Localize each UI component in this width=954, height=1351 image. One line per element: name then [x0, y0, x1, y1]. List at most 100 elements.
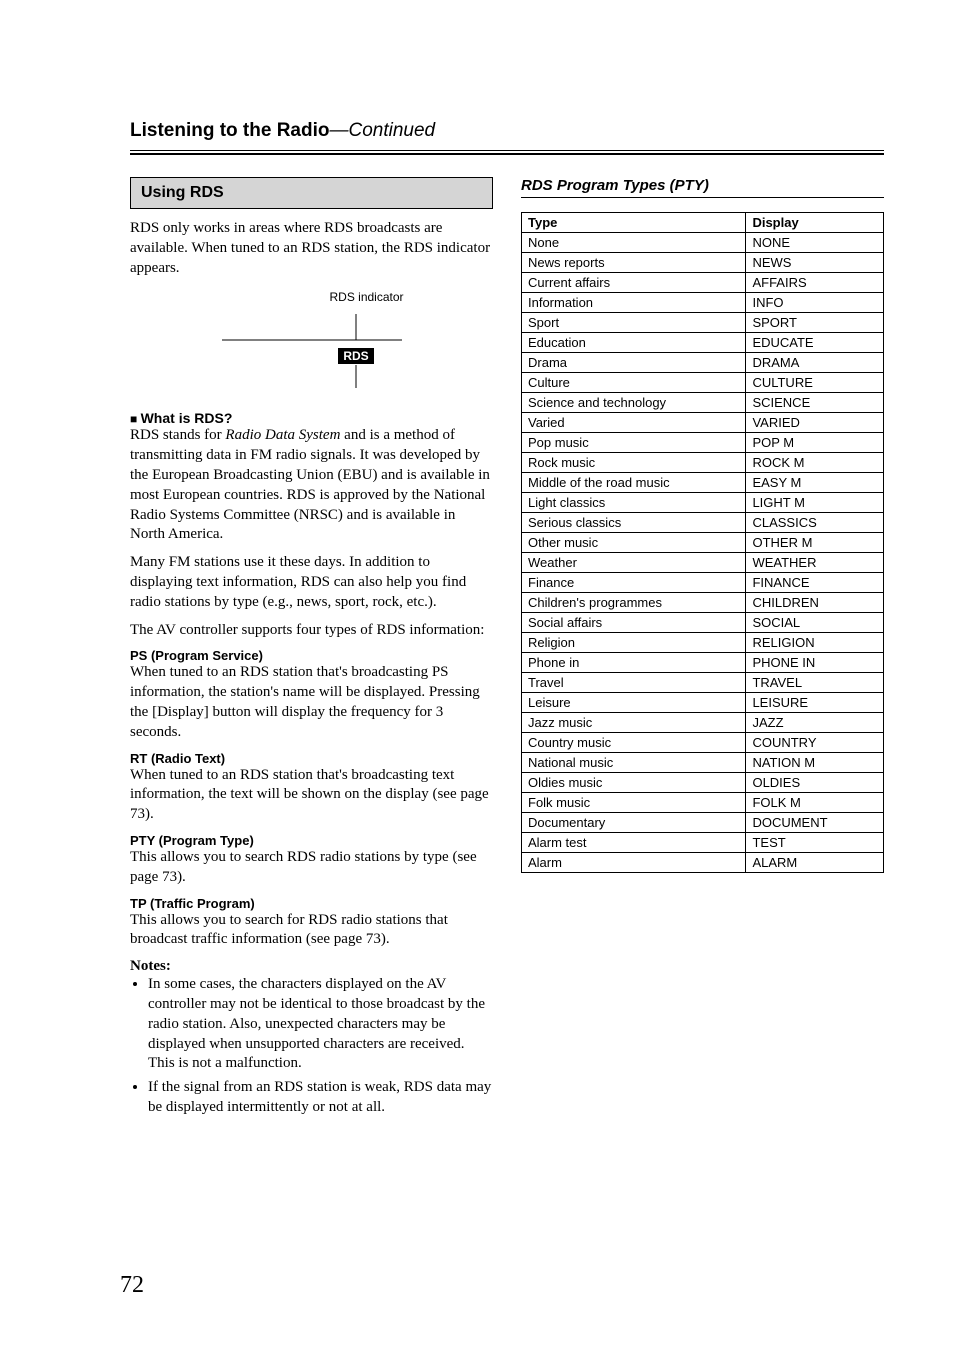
what-is-p1-b: and is a method of transmitting data in … [130, 427, 490, 542]
title-main: Listening to the Radio [130, 120, 330, 141]
columns: Using RDS RDS only works in areas where … [130, 177, 884, 1122]
table-row: DocumentaryDOCUMENT [522, 813, 884, 833]
cell-display: FINANCE [746, 573, 884, 593]
table-row: Jazz musicJAZZ [522, 713, 884, 733]
cell-display: OLDIES [746, 773, 884, 793]
cell-type: Finance [522, 573, 746, 593]
cell-type: Light classics [522, 493, 746, 513]
cell-type: Rock music [522, 453, 746, 473]
intro-paragraph: RDS only works in areas where RDS broadc… [130, 219, 493, 278]
pty-body: This allows you to search RDS radio stat… [130, 848, 493, 888]
cell-type: Education [522, 333, 746, 353]
ps-body: When tuned to an RDS station that's broa… [130, 663, 493, 742]
cell-display: ALARM [746, 853, 884, 873]
cell-type: Other music [522, 533, 746, 553]
tp-body: This allows you to search for RDS radio … [130, 911, 493, 951]
cell-type: Serious classics [522, 513, 746, 533]
cell-type: Leisure [522, 693, 746, 713]
table-row: NoneNONE [522, 233, 884, 253]
cell-type: Science and technology [522, 393, 746, 413]
cell-display: TRAVEL [746, 673, 884, 693]
cell-display: JAZZ [746, 713, 884, 733]
cell-type: Information [522, 293, 746, 313]
rds-indicator-figure: RDS indicator RDS [130, 290, 493, 390]
cell-display: POP M [746, 433, 884, 453]
table-row: National musicNATION M [522, 753, 884, 773]
cell-type: Weather [522, 553, 746, 573]
cell-display: COUNTRY [746, 733, 884, 753]
cell-type: Religion [522, 633, 746, 653]
rt-body: When tuned to an RDS station that's broa… [130, 766, 493, 825]
table-row: EducationEDUCATE [522, 333, 884, 353]
th-type: Type [522, 213, 746, 233]
cell-display: NATION M [746, 753, 884, 773]
cell-display: TEST [746, 833, 884, 853]
table-row: Folk musicFOLK M [522, 793, 884, 813]
table-row: Oldies musicOLDIES [522, 773, 884, 793]
cell-type: Travel [522, 673, 746, 693]
page-header: Listening to the Radio—Continued [130, 120, 884, 142]
page-number: 72 [120, 1272, 144, 1299]
rds-indicator-icon: RDS [202, 310, 422, 390]
cell-type: Social affairs [522, 613, 746, 633]
cell-display: OTHER M [746, 533, 884, 553]
cell-display: NONE [746, 233, 884, 253]
cell-type: Sport [522, 313, 746, 333]
cell-display: PHONE IN [746, 653, 884, 673]
header-rule [130, 150, 884, 155]
cell-display: FOLK M [746, 793, 884, 813]
section-title: Listening to the Radio—Continued [130, 120, 435, 141]
th-display: Display [746, 213, 884, 233]
cell-display: EDUCATE [746, 333, 884, 353]
cell-display: VARIED [746, 413, 884, 433]
pty-table-title: RDS Program Types (PTY) [521, 177, 884, 198]
table-row: AlarmALARM [522, 853, 884, 873]
table-row: LeisureLEISURE [522, 693, 884, 713]
cell-display: EASY M [746, 473, 884, 493]
table-row: Country musicCOUNTRY [522, 733, 884, 753]
cell-type: National music [522, 753, 746, 773]
using-rds-heading: Using RDS [130, 177, 493, 209]
cell-display: CLASSICS [746, 513, 884, 533]
pty-heading: PTY (Program Type) [130, 833, 493, 848]
table-row: Light classicsLIGHT M [522, 493, 884, 513]
table-header-row: Type Display [522, 213, 884, 233]
table-row: Science and technologySCIENCE [522, 393, 884, 413]
what-is-rds-p2: Many FM stations use it these days. In a… [130, 553, 493, 612]
table-row: VariedVARIED [522, 413, 884, 433]
cell-display: SOCIAL [746, 613, 884, 633]
right-column: RDS Program Types (PTY) Type Display Non… [521, 177, 884, 1122]
cell-display: DRAMA [746, 353, 884, 373]
what-is-p1-a: RDS stands for [130, 427, 225, 443]
table-row: Middle of the road musicEASY M [522, 473, 884, 493]
note-item: In some cases, the characters displayed … [148, 975, 493, 1074]
table-row: ReligionRELIGION [522, 633, 884, 653]
cell-type: Culture [522, 373, 746, 393]
table-row: Current affairsAFFAIRS [522, 273, 884, 293]
cell-display: WEATHER [746, 553, 884, 573]
cell-display: LIGHT M [746, 493, 884, 513]
cell-type: Oldies music [522, 773, 746, 793]
cell-type: Children's programmes [522, 593, 746, 613]
ps-heading: PS (Program Service) [130, 648, 493, 663]
cell-type: Varied [522, 413, 746, 433]
what-is-rds-p1: RDS stands for Radio Data System and is … [130, 426, 493, 545]
cell-type: Pop music [522, 433, 746, 453]
notes-list: In some cases, the characters displayed … [130, 975, 493, 1118]
cell-type: Alarm [522, 853, 746, 873]
table-row: InformationINFO [522, 293, 884, 313]
title-cont: —Continued [330, 120, 436, 141]
cell-type: News reports [522, 253, 746, 273]
rds-badge-text: RDS [343, 349, 368, 363]
left-column: Using RDS RDS only works in areas where … [130, 177, 493, 1122]
table-row: Rock musicROCK M [522, 453, 884, 473]
what-is-rds-heading: What is RDS? [130, 410, 493, 426]
table-row: News reportsNEWS [522, 253, 884, 273]
what-is-rds-text: What is RDS? [141, 410, 233, 426]
table-row: CultureCULTURE [522, 373, 884, 393]
table-row: Children's programmesCHILDREN [522, 593, 884, 613]
cell-type: Documentary [522, 813, 746, 833]
table-row: Pop musicPOP M [522, 433, 884, 453]
what-is-p1-italic: Radio Data System [225, 427, 340, 443]
cell-type: Drama [522, 353, 746, 373]
